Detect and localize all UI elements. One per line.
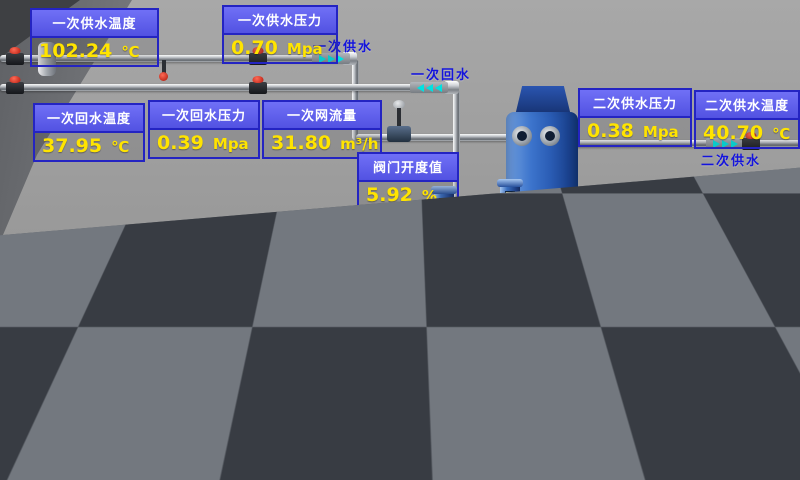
- sensor-label: 补水泵频率: [279, 377, 375, 405]
- sensor-box-primary-supply-temp: 一次供水温度 102.24 ℃: [30, 8, 159, 67]
- flow-arrows-left-icon: [410, 82, 448, 93]
- pump-motor: [262, 317, 282, 363]
- tank-leg: [66, 466, 76, 480]
- flow-arrows-right-icon: [574, 388, 612, 399]
- sensor-label: 水箱液位高度: [37, 305, 147, 333]
- sensor-unit: Mpa: [643, 278, 679, 296]
- sensor-unit: Mpa: [213, 135, 249, 153]
- sensor-value: 31.80: [271, 132, 331, 154]
- pump-motor-cap: [259, 314, 285, 322]
- sensor-unit: ℃: [111, 138, 129, 156]
- sensor-value: 5.92: [366, 184, 413, 206]
- sensor-box-tank-level: 水箱液位高度 1.10 m³: [35, 303, 149, 362]
- sensor-value: 37.95: [42, 135, 102, 157]
- sensor-label: 一次供水压力: [224, 7, 336, 35]
- flow-arrows-left-icon: [484, 293, 522, 304]
- sensor-box-primary-flow: 一次网流量 31.80 m³/h: [262, 100, 382, 159]
- pipe-end-cap: [541, 329, 556, 342]
- sensor-value: 36.63: [703, 275, 763, 297]
- circulation-pump-2[interactable]: [482, 179, 538, 273]
- hx-port-top-left: [512, 126, 532, 146]
- sensor-label: 一次回水压力: [150, 102, 258, 130]
- drain-valve-handle[interactable]: [159, 72, 168, 81]
- sensor-value: 0.70: [231, 37, 278, 59]
- pump-motor: [500, 182, 520, 228]
- sensor-value: 33.88: [286, 407, 346, 429]
- tank-leg: [10, 466, 20, 480]
- sensor-box-secondary-return-pressure: 二次回水压力 0.27 Mpa: [578, 243, 692, 302]
- label-secondary-supply: 二次供水: [701, 150, 761, 169]
- sensor-box-secondary-return-temp: 二次回水温度 36.63 ℃: [694, 243, 800, 302]
- sensor-value: 40.70: [703, 122, 763, 144]
- sensor-label: 二次供水温度: [696, 92, 798, 120]
- sensor-box-primary-supply-pressure: 一次供水压力 0.70 Mpa: [222, 5, 338, 64]
- pump-nameplate: [245, 388, 255, 412]
- pump-motor-cap: [497, 179, 523, 187]
- sensor-box-secondary-supply-pressure: 二次供水压力 0.38 Mpa: [578, 88, 692, 147]
- sensor-unit: %: [422, 187, 437, 205]
- flow-arrows-left-icon: [505, 330, 543, 341]
- pipe-riser: [196, 368, 203, 478]
- sensor-label: 一次供水温度: [32, 10, 157, 38]
- pump-nameplate: [505, 191, 515, 215]
- branch-valve-handle[interactable]: [543, 311, 552, 320]
- label-secondary-return: 二次回水: [716, 309, 776, 328]
- pump-motor: [240, 379, 260, 425]
- sensor-box-valve-opening: 阀门开度值 5.92 %: [357, 152, 459, 211]
- label-makeup-water: 补水: [578, 401, 608, 420]
- sensor-unit: m³/h: [340, 135, 378, 153]
- sensor-box-makeup-pump-frequency: 补水泵频率 33.88 Hz: [277, 375, 377, 434]
- sensor-unit: ℃: [772, 125, 790, 143]
- tank-ladder: [138, 268, 162, 470]
- sensor-unit: Mpa: [643, 123, 679, 141]
- sensor-unit: Mpa: [287, 40, 323, 58]
- sensor-box-secondary-supply-temp: 二次供水温度 40.70 ℃: [694, 90, 800, 149]
- sensor-value: 102.24: [39, 40, 112, 62]
- pipe-makeup-elbow: [521, 392, 528, 430]
- sensor-value: 1.10: [44, 335, 91, 357]
- hx-port-bottom-right: [542, 194, 562, 214]
- hx-port-top-right: [540, 126, 560, 146]
- sensor-unit: ℃: [772, 278, 790, 296]
- sensor-value: 0.38: [587, 120, 634, 142]
- shutoff-valve[interactable]: [249, 82, 267, 94]
- pump-motor-cap: [237, 376, 263, 384]
- sensor-label: 二次供水压力: [580, 90, 690, 118]
- sensor-unit: Hz: [355, 410, 376, 428]
- water-tank[interactable]: [0, 248, 192, 480]
- sensor-label: 二次回水压力: [580, 245, 690, 273]
- sensor-label: 一次网流量: [264, 102, 380, 130]
- sensor-value: 0.39: [157, 132, 204, 154]
- control-valve[interactable]: [387, 126, 411, 142]
- tank-leg: [126, 466, 136, 480]
- sensor-value: 0.27: [587, 275, 634, 297]
- sensor-label: 一次回水温度: [35, 105, 143, 133]
- hmi-heat-exchange-station: 一次供水 一次回水 二次供水 二次回水 补水 一次供水温度 102.24 ℃ 一…: [0, 0, 800, 480]
- pipe-primary-return: [0, 84, 448, 91]
- shutoff-valve[interactable]: [6, 82, 24, 94]
- makeup-pump-2[interactable]: [222, 376, 278, 470]
- sensor-box-primary-return-temp: 一次回水温度 37.95 ℃: [33, 103, 145, 162]
- pump-nameplate: [267, 326, 277, 350]
- label-primary-return: 一次回水: [411, 64, 471, 83]
- sensor-box-primary-return-pressure: 一次回水压力 0.39 Mpa: [148, 100, 260, 159]
- sensor-label: 阀门开度值: [359, 154, 457, 182]
- shutoff-valve[interactable]: [6, 53, 24, 65]
- sensor-unit: ℃: [121, 43, 139, 61]
- pipe-makeup-water: [150, 390, 608, 397]
- sensor-label: 二次回水温度: [696, 245, 798, 273]
- sensor-unit: m³: [100, 338, 122, 356]
- pipe-tank-outlet: [150, 332, 545, 339]
- control-valve-stem: [397, 108, 401, 126]
